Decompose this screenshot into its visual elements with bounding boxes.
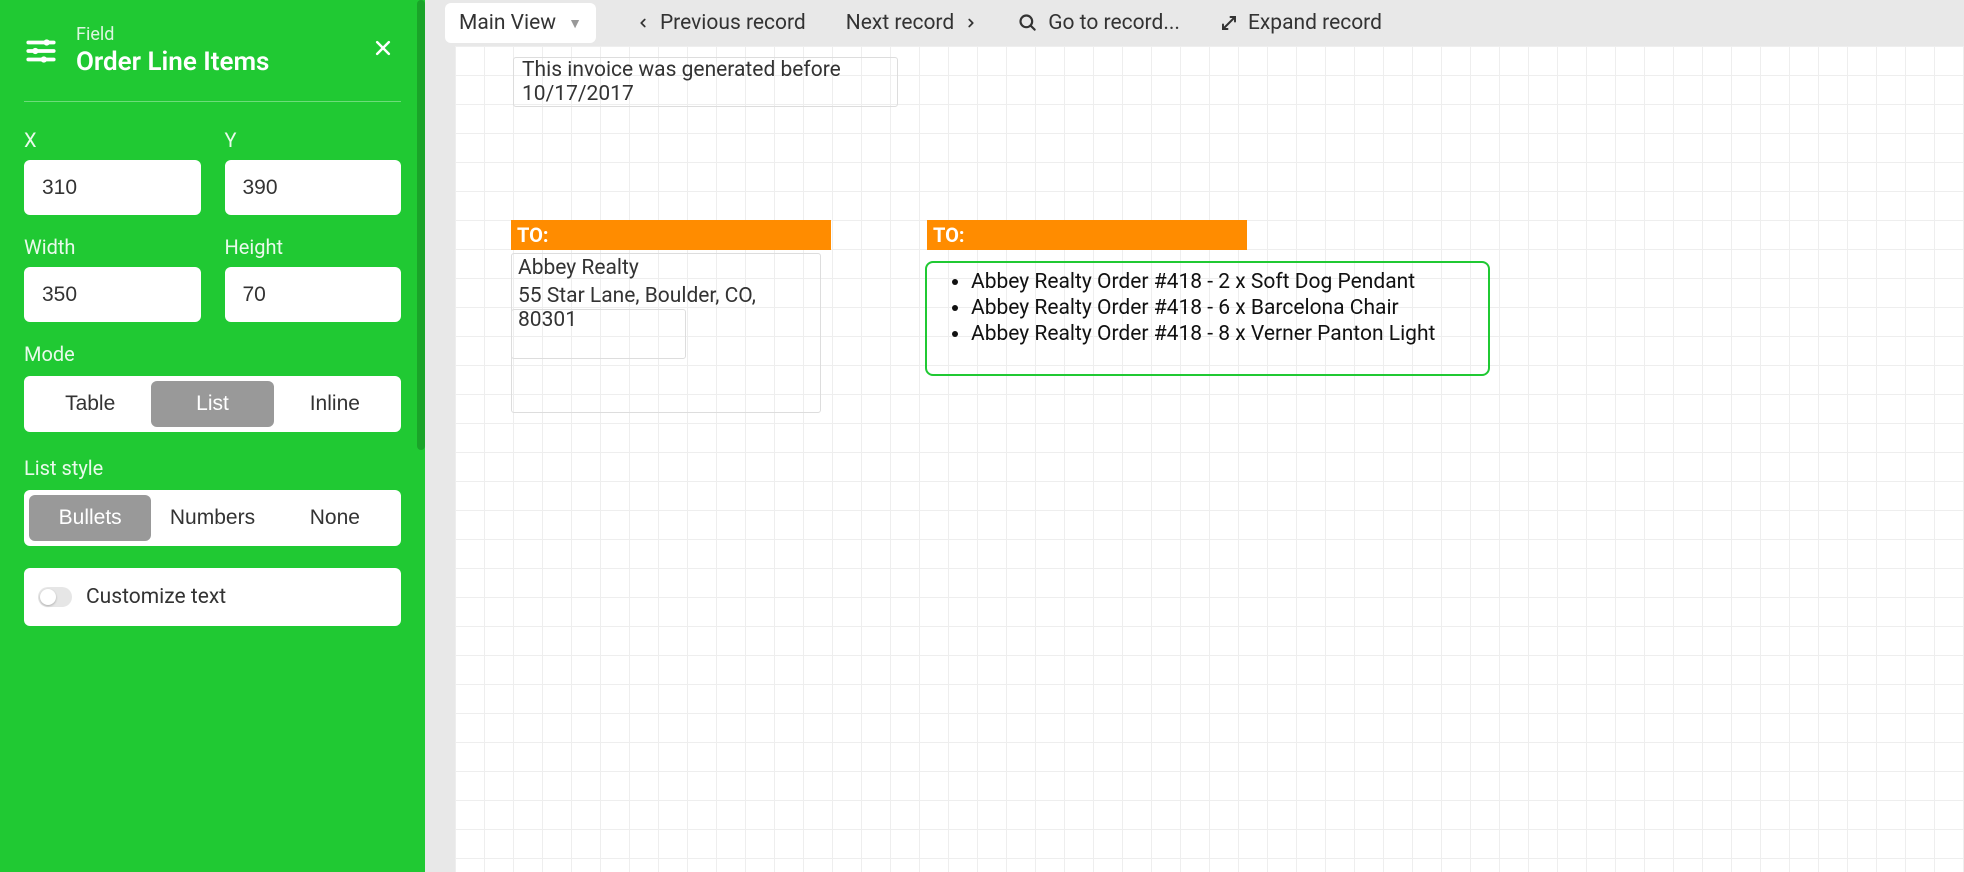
mode-segmented-control: Table List Inline <box>24 376 401 432</box>
expand-record-button[interactable]: Expand record <box>1220 11 1382 35</box>
record-toolbar: Main View ▼ Previous record Next record … <box>425 0 1964 46</box>
width-input[interactable] <box>24 267 201 322</box>
expand-record-label: Expand record <box>1248 11 1382 35</box>
go-to-record-label: Go to record... <box>1048 11 1180 35</box>
next-record-label: Next record <box>846 11 954 35</box>
list-item: Abbey Realty Order #418 - 6 x Barcelona … <box>971 295 1478 321</box>
y-label: Y <box>225 128 402 152</box>
list-style-segmented-control: Bullets Numbers None <box>24 490 401 546</box>
sidebar-title: Order Line Items <box>76 47 401 77</box>
field-icon <box>24 34 58 68</box>
to-label-right: TO: <box>933 223 965 247</box>
view-selector-label: Main View <box>459 11 556 35</box>
sidebar-scrollbar[interactable] <box>417 0 425 450</box>
list-style-option-none[interactable]: None <box>274 495 396 541</box>
list-style-label: List style <box>24 456 401 480</box>
caret-down-icon: ▼ <box>568 15 582 32</box>
mode-label: Mode <box>24 342 401 366</box>
list-style-option-numbers[interactable]: Numbers <box>151 495 273 541</box>
canvas-wrap: This invoice was generated before 10/17/… <box>425 46 1964 872</box>
address-name: Abbey Realty <box>512 254 820 282</box>
list-item: Abbey Realty Order #418 - 2 x Soft Dog P… <box>971 269 1478 295</box>
x-input[interactable] <box>24 160 201 215</box>
previous-record-button[interactable]: Previous record <box>636 11 806 35</box>
close-button[interactable] <box>369 34 397 62</box>
list-item: Abbey Realty Order #418 - 8 x Verner Pan… <box>971 321 1478 347</box>
order-line-items-list: Abbey Realty Order #418 - 2 x Soft Dog P… <box>937 269 1478 347</box>
x-label: X <box>24 128 201 152</box>
sidebar-eyebrow: Field <box>76 24 401 45</box>
to-header-left[interactable]: TO: <box>511 220 831 250</box>
search-icon <box>1018 13 1038 33</box>
sidebar-divider <box>24 101 401 102</box>
sidebar-header-text: Field Order Line Items <box>76 24 401 77</box>
sidebar-header: Field Order Line Items <box>24 24 401 95</box>
chevron-right-icon <box>964 13 978 33</box>
height-label: Height <box>225 235 402 259</box>
notice-text: This invoice was generated before 10/17/… <box>522 58 889 106</box>
chevron-left-icon <box>636 13 650 33</box>
main-area: Main View ▼ Previous record Next record … <box>425 0 1964 872</box>
address-subfield-box[interactable] <box>511 309 686 359</box>
view-selector[interactable]: Main View ▼ <box>445 3 596 43</box>
customize-text-row[interactable]: Customize text <box>24 568 401 626</box>
customize-text-label: Customize text <box>86 585 226 609</box>
width-label: Width <box>24 235 201 259</box>
notice-block[interactable]: This invoice was generated before 10/17/… <box>513 57 898 107</box>
mode-option-inline[interactable]: Inline <box>274 381 396 427</box>
next-record-button[interactable]: Next record <box>846 11 978 35</box>
list-style-option-bullets[interactable]: Bullets <box>29 495 151 541</box>
previous-record-label: Previous record <box>660 11 806 35</box>
order-line-items-block[interactable]: Abbey Realty Order #418 - 2 x Soft Dog P… <box>925 261 1490 376</box>
go-to-record-button[interactable]: Go to record... <box>1018 11 1180 35</box>
to-label-left: TO: <box>517 223 549 247</box>
toggle-knob <box>40 589 56 605</box>
customize-text-toggle[interactable] <box>38 587 72 607</box>
design-canvas[interactable]: This invoice was generated before 10/17/… <box>455 46 1964 872</box>
to-header-right[interactable]: TO: <box>927 220 1247 250</box>
expand-icon <box>1220 14 1238 32</box>
address-block[interactable]: Abbey Realty 55 Star Lane, Boulder, CO, … <box>511 253 821 413</box>
mode-option-list[interactable]: List <box>151 381 273 427</box>
field-settings-sidebar: Field Order Line Items X Y Width Height <box>0 0 425 872</box>
mode-option-table[interactable]: Table <box>29 381 151 427</box>
y-input[interactable] <box>225 160 402 215</box>
height-input[interactable] <box>225 267 402 322</box>
